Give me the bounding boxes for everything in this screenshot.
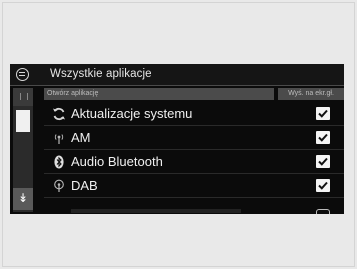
screen-header: Wszystkie aplikacje [10, 64, 344, 86]
scroll-up-button[interactable] [13, 88, 33, 106]
list-item-am[interactable]: AM [44, 126, 344, 150]
page-title: Wszystkie aplikacje [50, 68, 152, 80]
radio-antenna-icon [52, 131, 66, 145]
bluetooth-icon [52, 155, 66, 169]
list-item-partial[interactable] [44, 206, 344, 214]
infotainment-screen: Wszystkie aplikacje Otwórz aplikację Wyś… [10, 64, 344, 214]
show-on-home-checkbox[interactable] [316, 131, 330, 144]
column-header-show-home: Wyś. na ekr.gł. [278, 88, 344, 100]
scroll-down-icon: ↡ [18, 191, 29, 205]
show-on-home-checkbox[interactable] [316, 155, 330, 168]
list-item-label [71, 209, 241, 213]
list-item-system-updates[interactable]: Aktualizacje systemu [44, 102, 344, 126]
column-header-open-app: Otwórz aplikację [44, 88, 274, 100]
radio-antenna-icon [52, 179, 66, 193]
show-on-home-checkbox[interactable] [316, 209, 330, 214]
list-item-label: Aktualizacje systemu [71, 106, 193, 121]
list-item-label: DAB [71, 178, 98, 193]
list-item-dab[interactable]: DAB [44, 174, 344, 198]
list-item-label: AM [71, 130, 91, 145]
show-on-home-checkbox[interactable] [316, 107, 330, 120]
show-on-home-checkbox[interactable] [316, 179, 330, 192]
scroll-down-button[interactable]: ↡ [13, 188, 33, 210]
scrollbar-thumb[interactable] [16, 110, 30, 132]
list-item-label: Audio Bluetooth [71, 154, 163, 169]
list-item-audio-bluetooth[interactable]: Audio Bluetooth [44, 150, 344, 174]
app-icon [52, 208, 66, 214]
back-menu-icon[interactable] [16, 68, 29, 81]
refresh-icon [52, 107, 66, 121]
